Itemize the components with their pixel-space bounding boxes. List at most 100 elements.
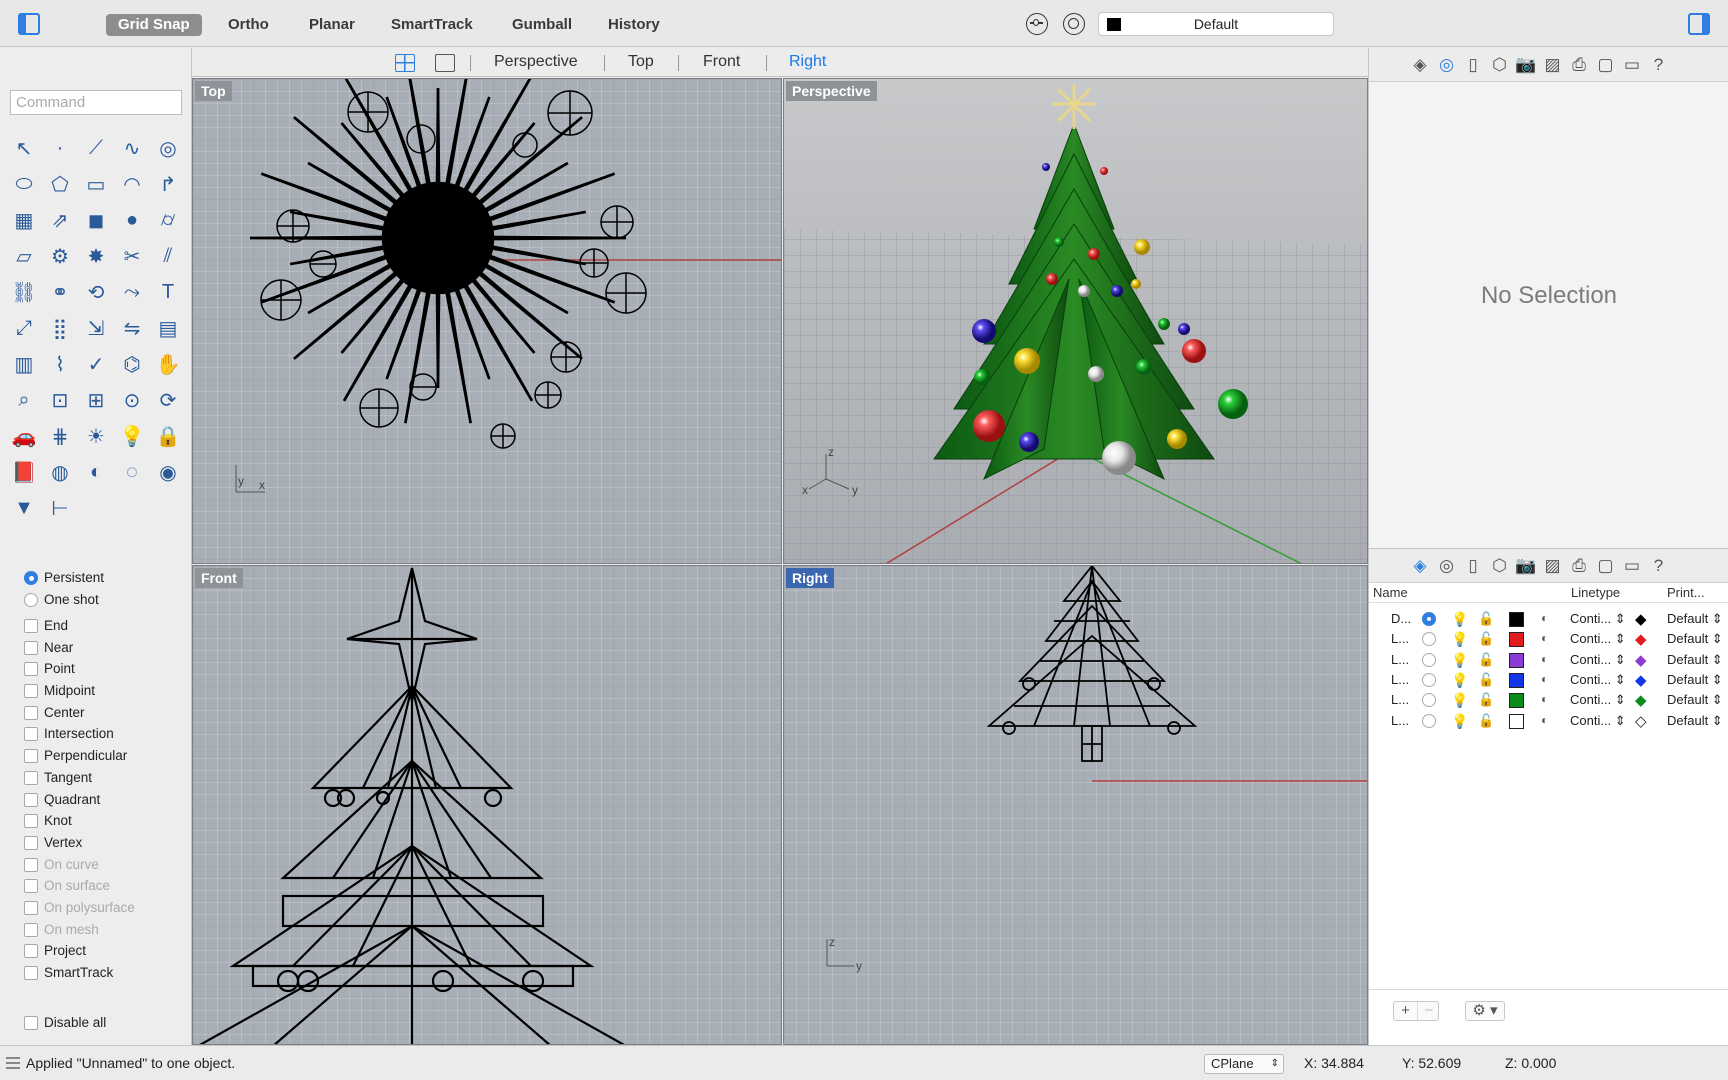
patch-icon[interactable]: ▥ [6, 346, 42, 382]
lock-icon[interactable]: 🔓 [1478, 611, 1494, 627]
mesh-icon[interactable]: ⋕ [42, 418, 78, 454]
osnap-perpendicular-checkbox[interactable]: Perpendicular [24, 745, 135, 767]
grid-snap-toggle[interactable]: Grid Snap [106, 14, 202, 36]
shade-icon[interactable]: ◐ [78, 454, 114, 490]
ortho-toggle[interactable]: Ortho [216, 14, 281, 36]
layer-linetype[interactable]: Conti... ⇕ [1570, 631, 1626, 647]
osnap-intersection-checkbox[interactable]: Intersection [24, 723, 135, 745]
sidebar-toggle-icon[interactable] [18, 13, 40, 35]
command-input[interactable] [10, 90, 182, 115]
layer-linetype[interactable]: Conti... ⇕ [1570, 713, 1626, 729]
print-color-icon[interactable]: ◆ [1635, 651, 1647, 669]
tab-top[interactable]: Top [628, 53, 654, 71]
print-column-header[interactable]: Print... [1667, 585, 1705, 600]
monitor-icon[interactable]: ▭ [1621, 555, 1643, 577]
material-icon[interactable]: ◉ [150, 454, 186, 490]
polyline-icon[interactable]: ⟋ [78, 130, 114, 166]
bulb-icon[interactable]: 💡 [1451, 611, 1468, 628]
layer-print-width[interactable]: Default ⇕ [1667, 631, 1723, 647]
lock-icon[interactable]: 🔓 [1478, 713, 1494, 729]
box-icon[interactable]: ◼ [78, 202, 114, 238]
lock-icon[interactable]: 🔓 [1478, 652, 1494, 668]
render-icon[interactable]: ⎙ [1568, 54, 1590, 76]
layer-name[interactable]: L... [1391, 652, 1409, 667]
book-icon[interactable]: 📕 [6, 454, 42, 490]
viewport-perspective[interactable]: Perspective z x y [783, 78, 1368, 564]
viewport-top[interactable]: Top y x [192, 78, 782, 564]
blank-icon[interactable]: ▢ [1595, 54, 1617, 76]
scale-icon[interactable]: ⇲ [78, 310, 114, 346]
layer-print-width[interactable]: Default ⇕ [1667, 713, 1723, 729]
osnap-on-polysurface-checkbox[interactable]: On polysurface [24, 897, 135, 919]
wireframe-icon[interactable]: ◌ [114, 454, 150, 490]
rectangle-icon[interactable]: ▭ [78, 166, 114, 202]
layer-linetype[interactable]: Conti... ⇕ [1570, 672, 1626, 688]
layer-name[interactable]: L... [1391, 672, 1409, 687]
sphere-icon[interactable]: ● [114, 202, 150, 238]
current-layer-radio[interactable] [1422, 632, 1436, 647]
monitor-icon[interactable]: ▭ [1621, 54, 1643, 76]
one-shot-radio[interactable]: One shot [24, 589, 104, 611]
render-icon[interactable]: ⎙ [1568, 555, 1590, 577]
layer-color-swatch[interactable] [1509, 652, 1524, 668]
ellipse-icon[interactable]: ⬭ [6, 166, 42, 202]
color-wheel-icon[interactable]: ◍ [42, 454, 78, 490]
offset-icon[interactable]: ⟲ [78, 274, 114, 310]
osnap-tangent-checkbox[interactable]: Tangent [24, 767, 135, 789]
plane-icon[interactable]: ▱ [6, 238, 42, 274]
osnap-near-checkbox[interactable]: Near [24, 637, 135, 659]
surface-icon[interactable]: ▦ [6, 202, 42, 238]
lock-icon[interactable]: 🔓 [1478, 672, 1494, 688]
render-icon[interactable]: ▼ [6, 490, 42, 526]
lock-icon[interactable]: 🔓 [1478, 631, 1494, 647]
current-layer-radio[interactable] [1422, 713, 1436, 728]
material-icon[interactable]: ◐ [1541, 631, 1548, 645]
smarttrack-toggle[interactable]: SmartTrack [379, 14, 485, 36]
layer-print-width[interactable]: Default ⇕ [1667, 692, 1723, 708]
grid-icon[interactable]: ▤ [150, 310, 186, 346]
current-layer-radio[interactable] [1422, 693, 1436, 708]
select-arrow-icon[interactable]: ↖ [6, 130, 42, 166]
material-icon[interactable]: ◐ [1541, 713, 1548, 727]
analyze-icon[interactable]: ⌬ [114, 346, 150, 382]
osnap-on-mesh-checkbox[interactable]: On mesh [24, 919, 135, 941]
gumball-toggle[interactable]: Gumball [500, 14, 584, 36]
mirror-icon[interactable]: ⇋ [114, 310, 150, 346]
history-toggle[interactable]: History [596, 14, 672, 36]
layer-linetype[interactable]: Conti... ⇕ [1570, 652, 1626, 668]
check-icon[interactable]: ✓ [78, 346, 114, 382]
layers-icon[interactable]: ◈ [1409, 54, 1431, 76]
osnap-center-checkbox[interactable]: Center [24, 702, 135, 724]
trim-icon[interactable]: ✂ [114, 238, 150, 274]
bulb-icon[interactable]: 💡 [1451, 672, 1468, 689]
panel-toggle-icon[interactable] [1688, 13, 1710, 35]
layer-dropdown[interactable]: Default [1098, 12, 1334, 36]
material-icon[interactable]: ◐ [1541, 611, 1548, 625]
add-layer-button[interactable]: + [1394, 1002, 1417, 1020]
viewport-label[interactable]: Front [195, 568, 243, 588]
text-icon[interactable]: T [150, 274, 186, 310]
curve-tool-icon[interactable]: ⌇ [42, 346, 78, 382]
osnap-midpoint-checkbox[interactable]: Midpoint [24, 680, 135, 702]
name-column-header[interactable]: Name [1373, 585, 1408, 600]
material-icon[interactable]: ▨ [1542, 555, 1564, 577]
layer-linetype[interactable]: Conti... ⇕ [1570, 611, 1626, 627]
bulb-icon[interactable]: 💡 [1451, 631, 1468, 648]
explode-icon[interactable]: ✸ [78, 238, 114, 274]
circle-icon[interactable]: ◎ [150, 130, 186, 166]
extrude-icon[interactable]: ⇗ [42, 202, 78, 238]
display-icon[interactable]: ◎ [1436, 54, 1458, 76]
zoom-icon[interactable]: ⌕ [6, 382, 42, 418]
layer-color-swatch[interactable] [1509, 632, 1524, 648]
record-icon[interactable] [1063, 13, 1085, 35]
print-color-icon[interactable]: ◆ [1635, 671, 1647, 689]
split-icon[interactable]: ⫽ [150, 238, 186, 274]
layer-row[interactable]: L... 💡 🔓 ◐ Conti... ⇕ ◆ Default ⇕ [1369, 670, 1728, 690]
layer-name[interactable]: D... [1391, 611, 1411, 626]
four-viewport-icon[interactable] [395, 54, 415, 72]
car-icon[interactable]: 🚗 [6, 418, 42, 454]
layer-print-width[interactable]: Default ⇕ [1667, 672, 1723, 688]
help-icon[interactable]: ? [1648, 54, 1670, 76]
help-icon[interactable]: ? [1648, 555, 1670, 577]
dimension-icon[interactable]: ⊢ [42, 490, 78, 526]
